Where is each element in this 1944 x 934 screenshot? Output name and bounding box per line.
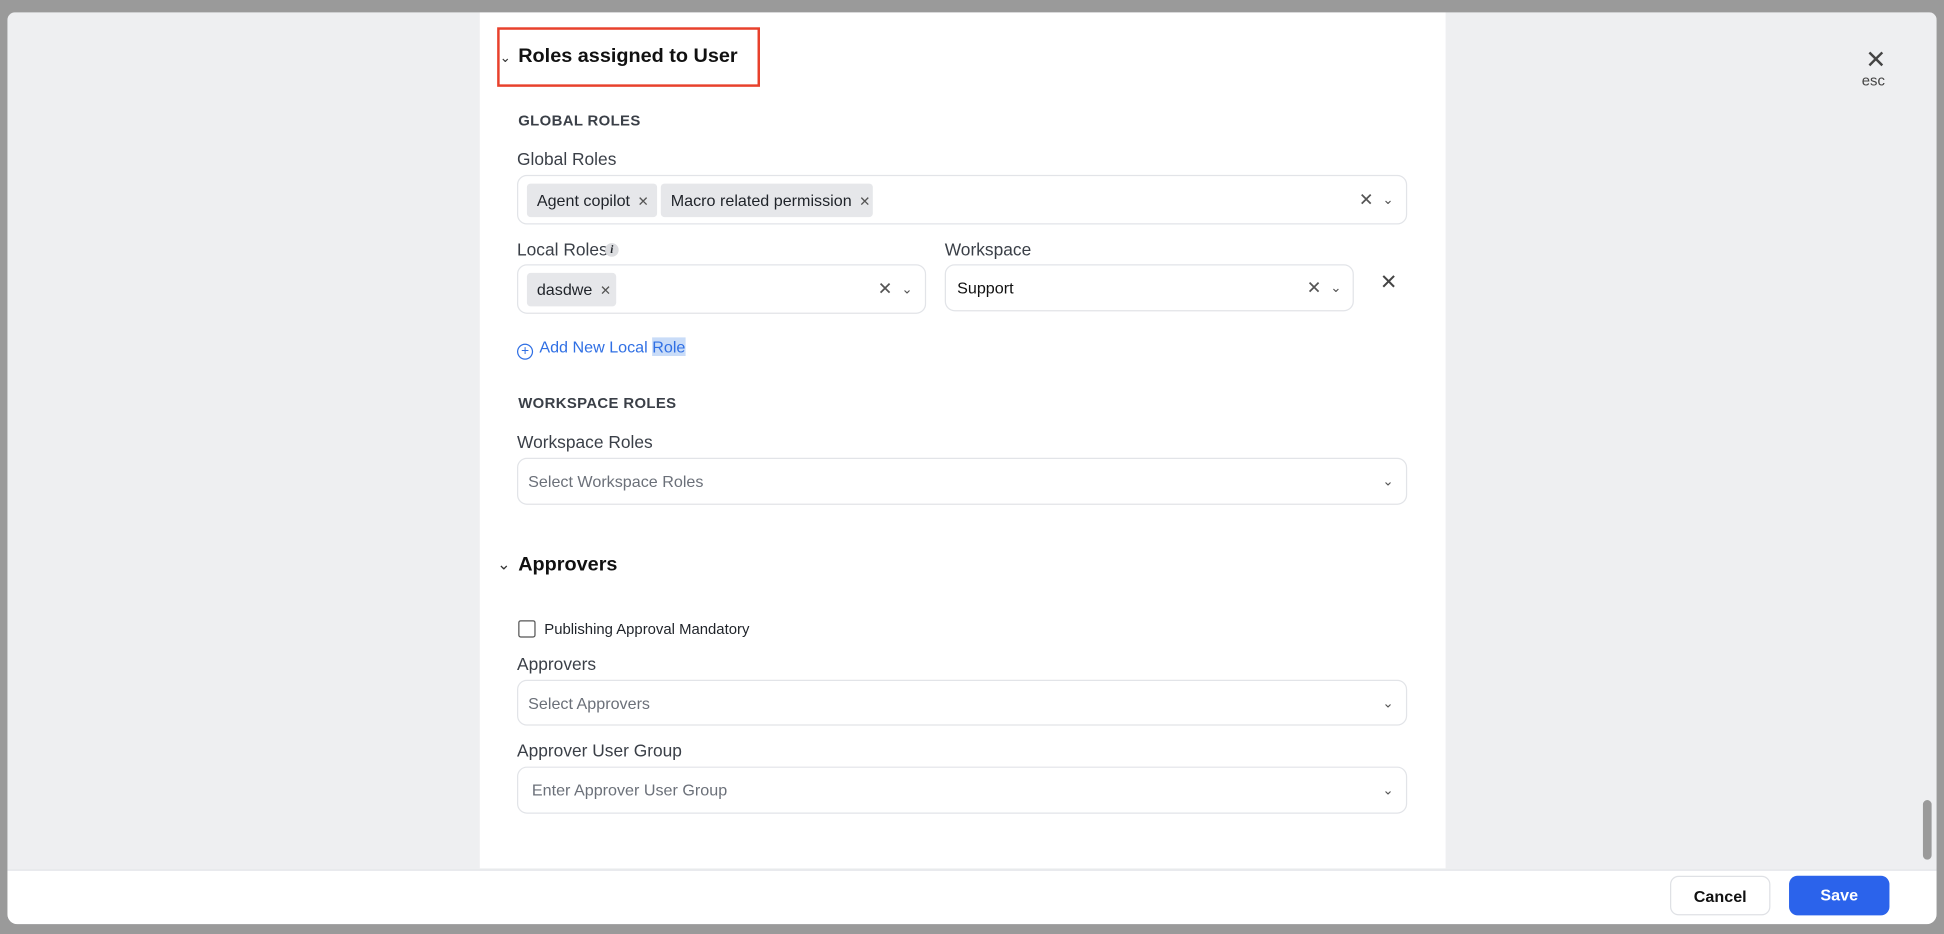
workspace-label: Workspace: [944, 239, 1032, 260]
chevron-down-icon[interactable]: ⌄: [1382, 695, 1393, 711]
chevron-down-icon[interactable]: ⌄: [497, 554, 511, 574]
chevron-down-icon[interactable]: ⌄: [1330, 280, 1341, 296]
info-icon[interactable]: i: [605, 243, 619, 257]
close-icon: ✕: [1865, 47, 1887, 75]
chevron-down-icon[interactable]: ⌄: [1382, 782, 1393, 798]
save-button[interactable]: Save: [1789, 875, 1890, 916]
footer-bar: [7, 869, 1937, 925]
chip-label: Agent copilot: [536, 191, 631, 210]
esc-hint: esc: [1861, 71, 1885, 90]
scrollbar-thumb[interactable]: [1922, 800, 1932, 860]
clear-icon[interactable]: ✕: [878, 278, 893, 299]
local-roles-label: Local Roles: [516, 239, 608, 260]
plus-circle-icon: +: [516, 343, 534, 360]
approvers-select[interactable]: Select Approvers ⌄: [516, 679, 1408, 726]
chevron-down-icon[interactable]: ⌄: [500, 50, 511, 66]
chip-macro-related-permission: Macro related permission ✕: [660, 183, 873, 218]
add-local-role-text: Add New Local: [539, 337, 653, 356]
workspace-roles-label: Workspace Roles: [516, 431, 653, 452]
remove-local-role-button[interactable]: ✕: [1380, 270, 1398, 295]
approver-user-group-select[interactable]: Enter Approver User Group ⌄: [516, 766, 1408, 814]
global-roles-select[interactable]: Agent copilot ✕ Macro related permission ✕…: [516, 174, 1408, 225]
roles-section-title[interactable]: Roles assigned to User: [518, 46, 737, 68]
add-new-local-role-link[interactable]: + Add New Local Role: [516, 337, 686, 360]
placeholder: Enter Approver User Group: [531, 780, 728, 800]
chip-dasdwe: dasdwe ✕: [526, 272, 617, 307]
cancel-button[interactable]: Cancel: [1670, 875, 1771, 916]
publishing-approval-checkbox[interactable]: [518, 620, 536, 638]
remove-chip-icon[interactable]: ✕: [859, 195, 870, 210]
approvers-section-title[interactable]: Approvers: [518, 554, 617, 576]
close-button[interactable]: ✕ esc: [1862, 47, 1888, 89]
placeholder: Select Workspace Roles: [528, 471, 704, 491]
approver-user-group-label: Approver User Group: [516, 740, 682, 761]
chevron-down-icon[interactable]: ⌄: [1382, 192, 1393, 208]
selected-text: Role: [652, 337, 686, 356]
placeholder: Select Approvers: [528, 693, 651, 712]
remove-chip-icon[interactable]: ✕: [637, 195, 648, 210]
chevron-down-icon[interactable]: ⌄: [901, 281, 912, 297]
workspace-select[interactable]: Support ✕ ⌄: [944, 264, 1354, 312]
modal-window: ⌄ Roles assigned to User ✕ esc GLOBAL RO…: [7, 12, 1937, 925]
remove-chip-icon[interactable]: ✕: [600, 284, 611, 299]
global-roles-label: Global Roles: [516, 148, 617, 169]
local-roles-select[interactable]: dasdwe ✕ ✕ ⌄: [516, 264, 927, 314]
chip-label: dasdwe: [536, 280, 593, 299]
global-roles-heading: GLOBAL ROLES: [518, 111, 641, 130]
chevron-down-icon[interactable]: ⌄: [1382, 473, 1393, 489]
scrollbar[interactable]: [1919, 12, 1937, 869]
workspace-roles-select[interactable]: Select Workspace Roles ⌄: [516, 457, 1408, 505]
clear-icon[interactable]: ✕: [1359, 189, 1374, 210]
workspace-roles-heading: WORKSPACE ROLES: [518, 394, 677, 412]
clear-icon[interactable]: ✕: [1307, 277, 1322, 298]
publishing-approval-label: Publishing Approval Mandatory: [544, 620, 750, 638]
chip-agent-copilot: Agent copilot ✕: [526, 183, 658, 218]
workspace-value: Support: [957, 278, 1014, 298]
approvers-label: Approvers: [516, 653, 597, 674]
chip-label: Macro related permission: [670, 191, 852, 210]
